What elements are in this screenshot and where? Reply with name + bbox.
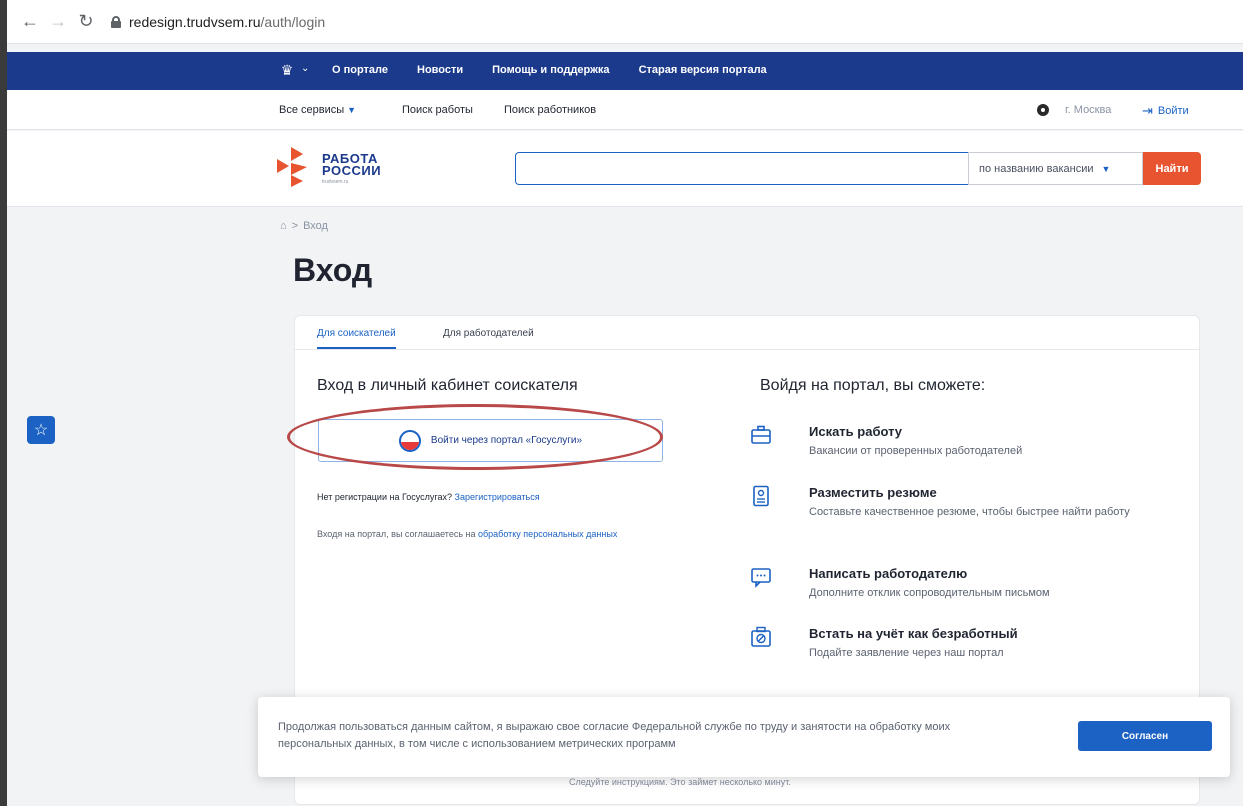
caret-down-icon: ▼ — [1101, 163, 1111, 174]
agreement-text: Входя на портал, вы соглашаетесь на обра… — [317, 529, 617, 539]
message-icon — [751, 568, 771, 588]
nav-news[interactable]: Новости — [417, 64, 463, 76]
url-field[interactable]: redesign.trudvsem.ru/auth/login — [111, 14, 325, 30]
back-arrow-icon[interactable]: ← — [19, 11, 41, 33]
tab-job-seekers[interactable]: Для соискателей — [317, 328, 396, 349]
cookie-consent-text: Продолжая пользоваться данным сайтом, я … — [278, 721, 951, 750]
all-services-dropdown[interactable]: Все сервисы ▼ — [279, 104, 356, 116]
instructions-text: Следуйте инструкциям. Это займет несколь… — [569, 777, 791, 787]
nav-old-version[interactable]: Старая версия портала — [639, 64, 767, 76]
tab-bar: Для соискателей Для работодателей — [295, 316, 1199, 350]
home-icon[interactable]: ⌂ — [280, 220, 287, 232]
worker-search-link[interactable]: Поиск работников — [504, 104, 596, 116]
personal-data-link[interactable]: обработку персональных данных — [478, 529, 617, 539]
top-navigation: ♛ ⌄ О портале Новости Помощь и поддержка… — [7, 52, 1243, 90]
reload-icon[interactable]: ↻ — [75, 11, 97, 33]
window-left-edge — [0, 0, 7, 806]
tab-employers[interactable]: Для работодателей — [443, 328, 534, 339]
all-services-label: Все сервисы — [279, 104, 345, 116]
gosuslugi-logo-icon — [398, 429, 421, 452]
benefit-description: Дополните отклик сопроводительным письмо… — [809, 587, 1050, 599]
application-icon — [751, 626, 771, 647]
favorite-star-icon[interactable]: ☆ — [27, 416, 55, 444]
url-path: /auth/login — [260, 13, 326, 30]
page-title: Вход — [293, 252, 373, 288]
header-login-link[interactable]: ⇥ Войти — [1142, 103, 1189, 119]
job-search-link[interactable]: Поиск работы — [402, 104, 473, 116]
logo-text[interactable]: РАБОТА РОССИИ — [322, 152, 382, 178]
nav-help-support[interactable]: Помощь и поддержка — [492, 64, 609, 76]
benefit-title: Встать на учёт как безработный — [809, 626, 1018, 641]
gosuslugi-login-button[interactable]: Войти через портал «Госуслуги» — [318, 419, 663, 462]
lock-icon — [111, 15, 121, 28]
benefit-title: Разместить резюме — [809, 485, 937, 500]
logo-line-2: РОССИИ — [322, 163, 382, 178]
header-login-label: Войти — [1157, 105, 1189, 117]
benefit-description: Составьте качественное резюме, чтобы быс… — [809, 506, 1130, 518]
search-mode-label: по названию вакансии — [979, 162, 1094, 175]
browser-address-bar: ← → ↻ redesign.trudvsem.ru/auth/login — [7, 0, 1243, 44]
city-selector[interactable]: г. Москва — [1065, 104, 1111, 116]
top-nav-links: О портале Новости Помощь и поддержка Ста… — [332, 64, 796, 76]
search-input[interactable] — [515, 152, 970, 185]
benefit-title: Искать работу — [809, 424, 903, 439]
search-mode-select[interactable]: по названию вакансии ▼ — [968, 152, 1143, 185]
forward-arrow-icon[interactable]: → — [47, 11, 69, 33]
breadcrumb: ⌂ > Вход — [280, 220, 328, 232]
login-arrow-icon: ⇥ — [1142, 103, 1153, 118]
coat-of-arms-icon[interactable]: ♛ — [279, 62, 295, 78]
benefit-description: Вакансии от проверенных работодателей — [809, 445, 1023, 457]
breadcrumb-separator: > — [291, 220, 299, 232]
accessibility-eye-icon[interactable] — [1037, 104, 1049, 116]
url-host: redesign.trudvsem.ru — [129, 13, 261, 30]
search-button[interactable]: Найти — [1143, 152, 1201, 185]
chevron-down-icon[interactable]: ⌄ — [301, 63, 309, 74]
benefits-title: Войдя на портал, вы сможете: — [760, 377, 986, 394]
briefcase-icon — [751, 425, 771, 444]
register-link[interactable]: Зарегистрироваться — [455, 492, 540, 502]
agree-button[interactable]: Согласен — [1078, 721, 1212, 751]
caret-down-icon: ▼ — [347, 105, 357, 115]
no-registration-label: Нет регистрации на Госуслугах? — [317, 492, 452, 502]
agreement-label: Входя на портал, вы соглашаетесь на — [317, 529, 476, 539]
logo-subtitle: trudvsem.ru — [322, 179, 349, 185]
rabota-rossii-logo-icon[interactable] — [277, 145, 317, 189]
no-registration-text: Нет регистрации на Госуслугах? Зарегистр… — [317, 492, 540, 502]
cabinet-title: Вход в личный кабинет соискателя — [317, 377, 578, 394]
service-bar: Все сервисы ▼ Поиск работы Поиск работник… — [7, 90, 1243, 130]
nav-about-portal[interactable]: О портале — [332, 64, 388, 76]
gosuslugi-button-label: Войти через портал «Госуслуги» — [430, 435, 583, 446]
benefit-title: Написать работодателю — [809, 566, 968, 581]
benefit-description: Подайте заявление через наш портал — [809, 647, 1004, 659]
site-header: РАБОТА РОССИИ trudvsem.ru по названию ва… — [7, 131, 1243, 207]
cookie-consent-banner: Продолжая пользоваться данным сайтом, я … — [258, 697, 1230, 777]
resume-icon — [753, 485, 769, 507]
breadcrumb-current: Вход — [303, 220, 328, 232]
